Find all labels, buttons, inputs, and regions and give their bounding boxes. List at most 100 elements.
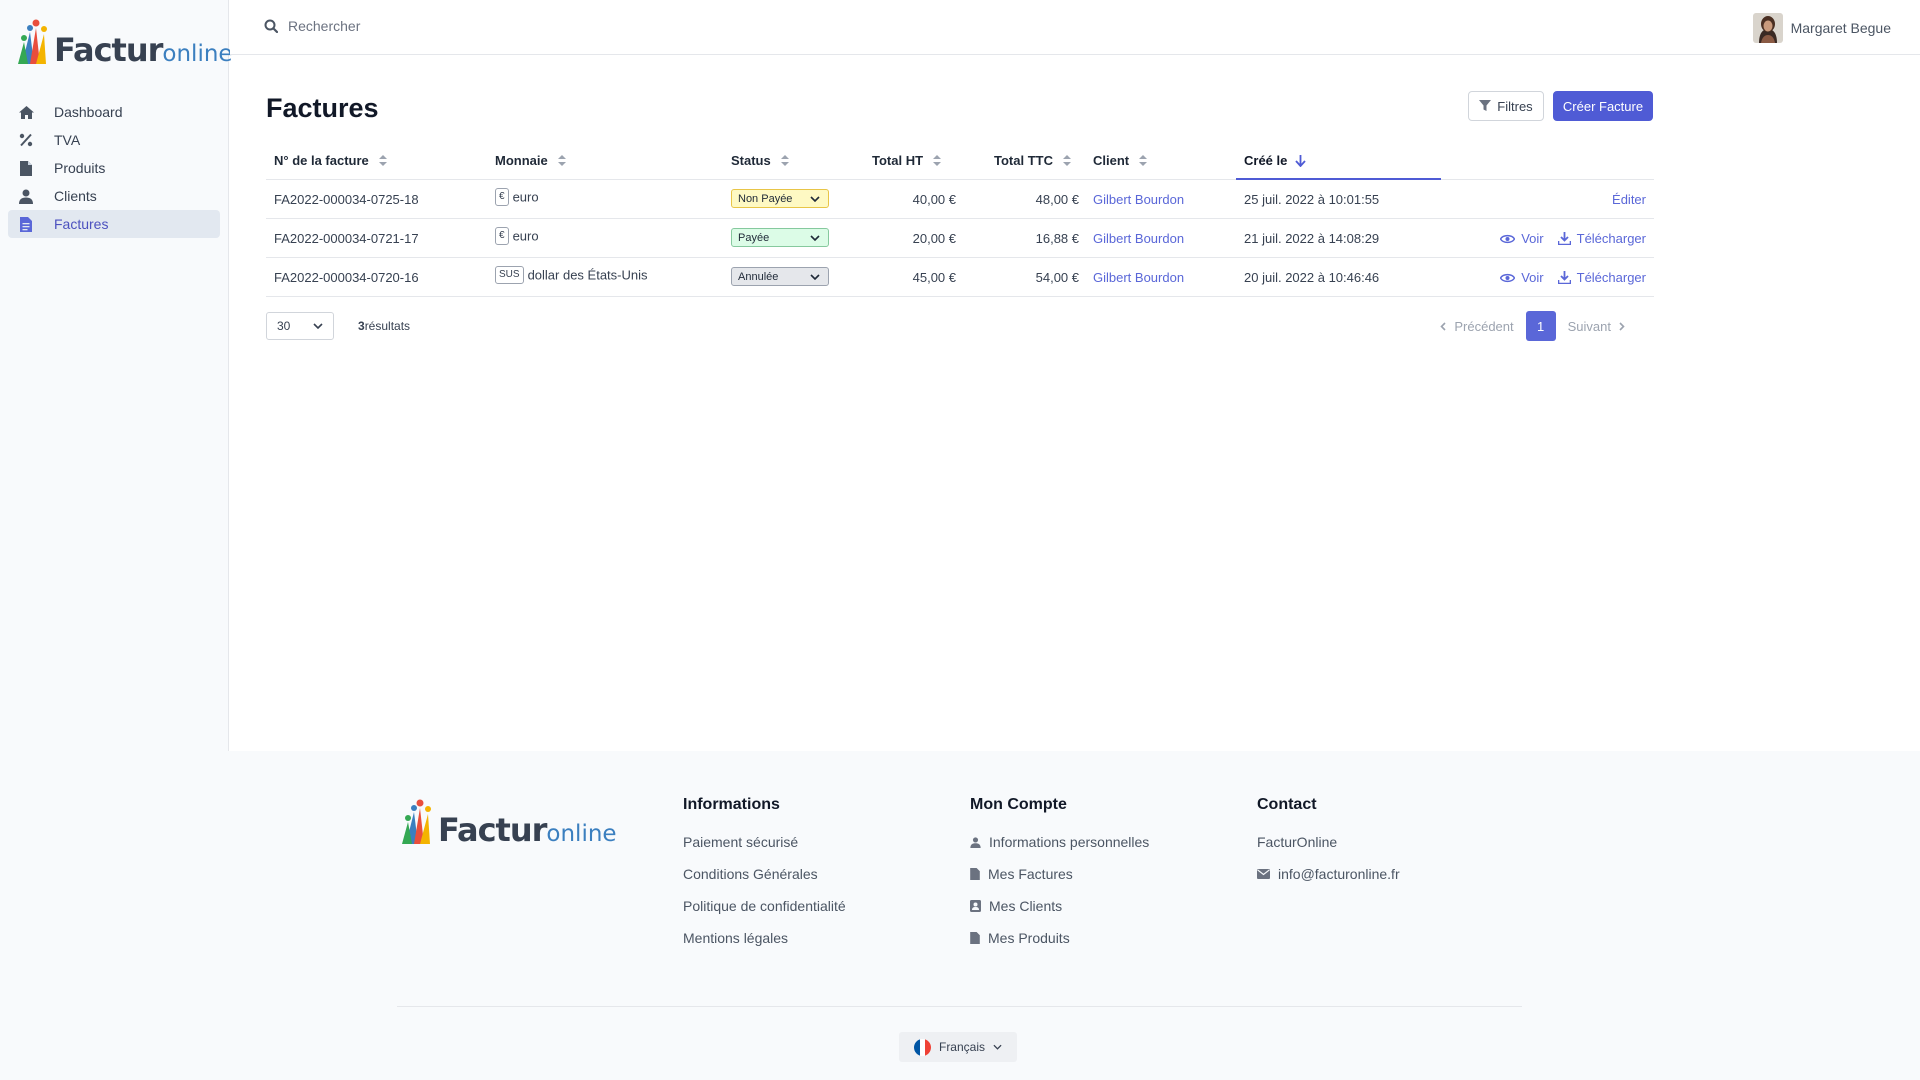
footer-link-terms[interactable]: Conditions Générales: [683, 866, 846, 882]
footer-link-clients[interactable]: Mes Clients: [970, 898, 1149, 914]
sort-icon: [933, 155, 942, 166]
client-link[interactable]: Gilbert Bourdon: [1093, 231, 1184, 246]
per-page-select[interactable]: 30: [266, 312, 334, 340]
view-link[interactable]: Voir: [1500, 231, 1544, 246]
footer-heading: Contact: [1257, 796, 1317, 813]
edit-link[interactable]: Éditer: [1612, 192, 1646, 207]
column-header-created[interactable]: Créé le: [1244, 153, 1307, 168]
row-actions: Éditer: [1598, 192, 1646, 207]
status-select[interactable]: Non Payée: [731, 189, 829, 208]
sort-desc-icon: [1295, 154, 1307, 167]
footer-link-label: Mes Clients: [989, 898, 1063, 914]
search-input[interactable]: [288, 18, 588, 34]
sidebar-item-produits[interactable]: Produits: [8, 154, 220, 182]
sidebar-nav: Dashboard TVA Produits Clients Factures: [8, 98, 220, 238]
table-row[interactable]: FA2022-000034-0725-18 € euro Non Payée 40…: [266, 180, 1654, 219]
sidebar-item-factures[interactable]: Factures: [8, 210, 220, 238]
chevron-left-icon: [1440, 321, 1446, 331]
sidebar-item-dashboard[interactable]: Dashboard: [8, 98, 220, 126]
footer-divider: [397, 1006, 1522, 1007]
home-icon: [16, 102, 36, 122]
eye-icon: [1500, 234, 1516, 243]
percent-icon: [16, 130, 36, 150]
column-header-total-ht[interactable]: Total HT: [872, 153, 942, 168]
flag-fr-icon: [913, 1038, 931, 1056]
chevron-down-icon: [810, 195, 820, 202]
language-select[interactable]: Français: [899, 1032, 1017, 1062]
file-icon: [970, 868, 980, 880]
column-header-total-ttc[interactable]: Total TTC: [994, 153, 1071, 168]
footer-link-payment[interactable]: Paiement sécurisé: [683, 834, 846, 850]
brand-logo[interactable]: Facturonline: [16, 16, 233, 66]
column-label: Total TTC: [994, 153, 1053, 168]
footer-link-legal[interactable]: Mentions légales: [683, 930, 846, 946]
view-label: Voir: [1521, 231, 1544, 246]
footer-account: Mon Compte Informations personnelles Mes…: [970, 796, 1149, 962]
sidebar-item-label: Factures: [54, 216, 109, 232]
chevron-down-icon: [313, 323, 323, 329]
column-label: N° de la facture: [274, 153, 369, 168]
download-link[interactable]: Télécharger: [1557, 270, 1646, 285]
current-page[interactable]: 1: [1525, 311, 1556, 341]
footer-logo[interactable]: Facturonline: [400, 796, 617, 846]
user-name: Margaret Begue: [1790, 20, 1891, 36]
status-select[interactable]: Annulée: [731, 267, 829, 286]
sidebar: Facturonline Dashboard TVA Produits Clie…: [0, 0, 233, 751]
search-icon: [264, 19, 278, 33]
column-header-number[interactable]: N° de la facture: [274, 153, 387, 168]
currency-cell: SUS dollar des États-Unis: [495, 266, 648, 285]
footer-link-products[interactable]: Mes Produits: [970, 930, 1149, 946]
table-row[interactable]: FA2022-000034-0721-17 € euro Payée 20,00 …: [266, 219, 1654, 258]
column-header-status[interactable]: Status: [731, 153, 789, 168]
download-label: Télécharger: [1576, 270, 1646, 285]
footer-email-link[interactable]: info@facturonline.fr: [1257, 866, 1400, 882]
mail-icon: [1257, 869, 1270, 879]
sidebar-item-label: TVA: [54, 132, 81, 148]
pagination: Précédent 1 Suivant: [1428, 311, 1637, 341]
prev-page-button[interactable]: Précédent: [1440, 319, 1514, 334]
status-select[interactable]: Payée: [731, 228, 829, 247]
created-date: 21 juil. 2022 à 14:08:29: [1244, 231, 1380, 246]
create-invoice-button[interactable]: Créer Facture: [1553, 91, 1653, 121]
client-link[interactable]: Gilbert Bourdon: [1093, 192, 1184, 207]
sidebar-item-tva[interactable]: TVA: [8, 126, 220, 154]
total-ht: 40,00 €: [912, 192, 956, 207]
filter-button-label: Filtres: [1497, 98, 1533, 114]
currency-symbol: SUS: [495, 266, 524, 284]
user-menu[interactable]: Margaret Begue: [1752, 13, 1891, 43]
footer: Facturonline Informations Paiement sécur…: [0, 751, 1920, 1080]
footer-link-privacy[interactable]: Politique de confidentialité: [683, 898, 846, 914]
contact-card-icon: [970, 900, 981, 912]
filter-icon: [1479, 100, 1492, 111]
brand-name: Facturonline: [54, 31, 233, 69]
sort-icon: [1062, 155, 1071, 166]
column-header-currency[interactable]: Monnaie: [495, 153, 566, 168]
created-date: 25 juil. 2022 à 10:01:55: [1244, 192, 1380, 207]
page-title: Factures: [266, 93, 379, 123]
footer-link-invoices[interactable]: Mes Factures: [970, 866, 1149, 882]
invoice-number: FA2022-000034-0725-18: [274, 192, 419, 207]
table-row[interactable]: FA2022-000034-0720-16 SUS dollar des État…: [266, 258, 1654, 297]
filter-button[interactable]: Filtres: [1468, 91, 1544, 121]
status-label: Non Payée: [738, 192, 793, 205]
status-label: Payée: [738, 231, 770, 244]
user-icon: [970, 836, 981, 848]
next-page-button[interactable]: Suivant: [1568, 319, 1625, 334]
client-link[interactable]: Gilbert Bourdon: [1093, 270, 1184, 285]
sidebar-item-label: Dashboard: [54, 104, 123, 120]
footer-link-label: Mes Produits: [988, 930, 1070, 946]
download-link[interactable]: Télécharger: [1557, 231, 1646, 246]
invoice-number: FA2022-000034-0720-16: [274, 270, 419, 285]
chevron-down-icon: [810, 234, 820, 241]
column-label: Total HT: [872, 153, 924, 168]
avatar: [1752, 13, 1783, 43]
column-header-client[interactable]: Client: [1093, 153, 1148, 168]
total-ht: 45,00 €: [912, 270, 956, 285]
sidebar-item-clients[interactable]: Clients: [8, 182, 220, 210]
currency-name: dollar des États-Unis: [527, 267, 648, 283]
results-count: 3résultats: [358, 319, 410, 333]
view-link[interactable]: Voir: [1500, 270, 1544, 285]
language-label: Français: [938, 1040, 985, 1054]
currency-cell: € euro: [495, 188, 539, 207]
footer-link-profile[interactable]: Informations personnelles: [970, 834, 1149, 850]
